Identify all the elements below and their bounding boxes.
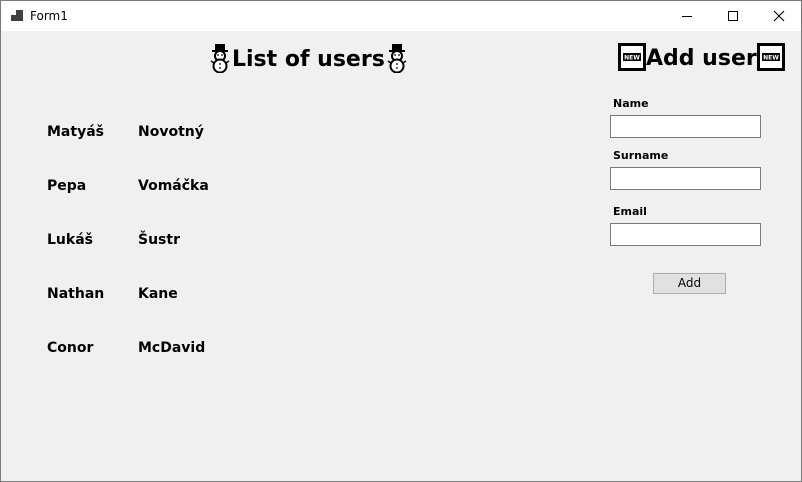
new-badge-icon: NEW [618, 43, 646, 71]
title-bar[interactable]: Form1 [1, 1, 801, 31]
user-first-name: Matyáš [47, 124, 104, 140]
add-user-button[interactable]: Add [653, 273, 726, 294]
user-last-name: McDavid [138, 340, 206, 356]
user-last-name: Vomáčka [138, 178, 209, 194]
add-user-heading-text: Add user [646, 46, 757, 71]
user-first-name: Pepa [47, 178, 87, 194]
main-window: Form1 List of users NEW Add user NEW Mat… [0, 0, 802, 482]
name-field[interactable] [610, 115, 761, 138]
maximize-button[interactable] [710, 1, 756, 31]
name-label: Name [613, 97, 649, 110]
app-icon [11, 10, 23, 21]
user-last-name: Novotný [138, 124, 204, 140]
list-heading-text: List of users [232, 47, 385, 72]
user-last-name: Kane [138, 286, 178, 302]
minimize-icon [682, 16, 692, 17]
list-heading: List of users [208, 44, 409, 75]
svg-text:NEW: NEW [624, 55, 640, 62]
snowman-icon [210, 44, 230, 73]
email-label: Email [613, 205, 647, 218]
close-icon [773, 10, 785, 22]
svg-text:NEW: NEW [763, 55, 779, 62]
add-user-heading: NEW Add user NEW [618, 43, 785, 73]
snowman-icon [387, 44, 407, 73]
user-first-name: Nathan [47, 286, 105, 302]
email-field[interactable] [610, 223, 761, 246]
surname-field[interactable] [610, 167, 761, 190]
user-last-name: Šustr [138, 232, 180, 248]
new-badge-icon: NEW [756, 43, 785, 71]
user-first-name: Conor [47, 340, 94, 356]
maximize-icon [728, 11, 738, 21]
user-first-name: Lukáš [47, 232, 93, 248]
surname-label: Surname [613, 149, 669, 162]
close-button[interactable] [756, 1, 801, 31]
window-title: Form1 [30, 9, 68, 23]
minimize-button[interactable] [664, 1, 710, 31]
